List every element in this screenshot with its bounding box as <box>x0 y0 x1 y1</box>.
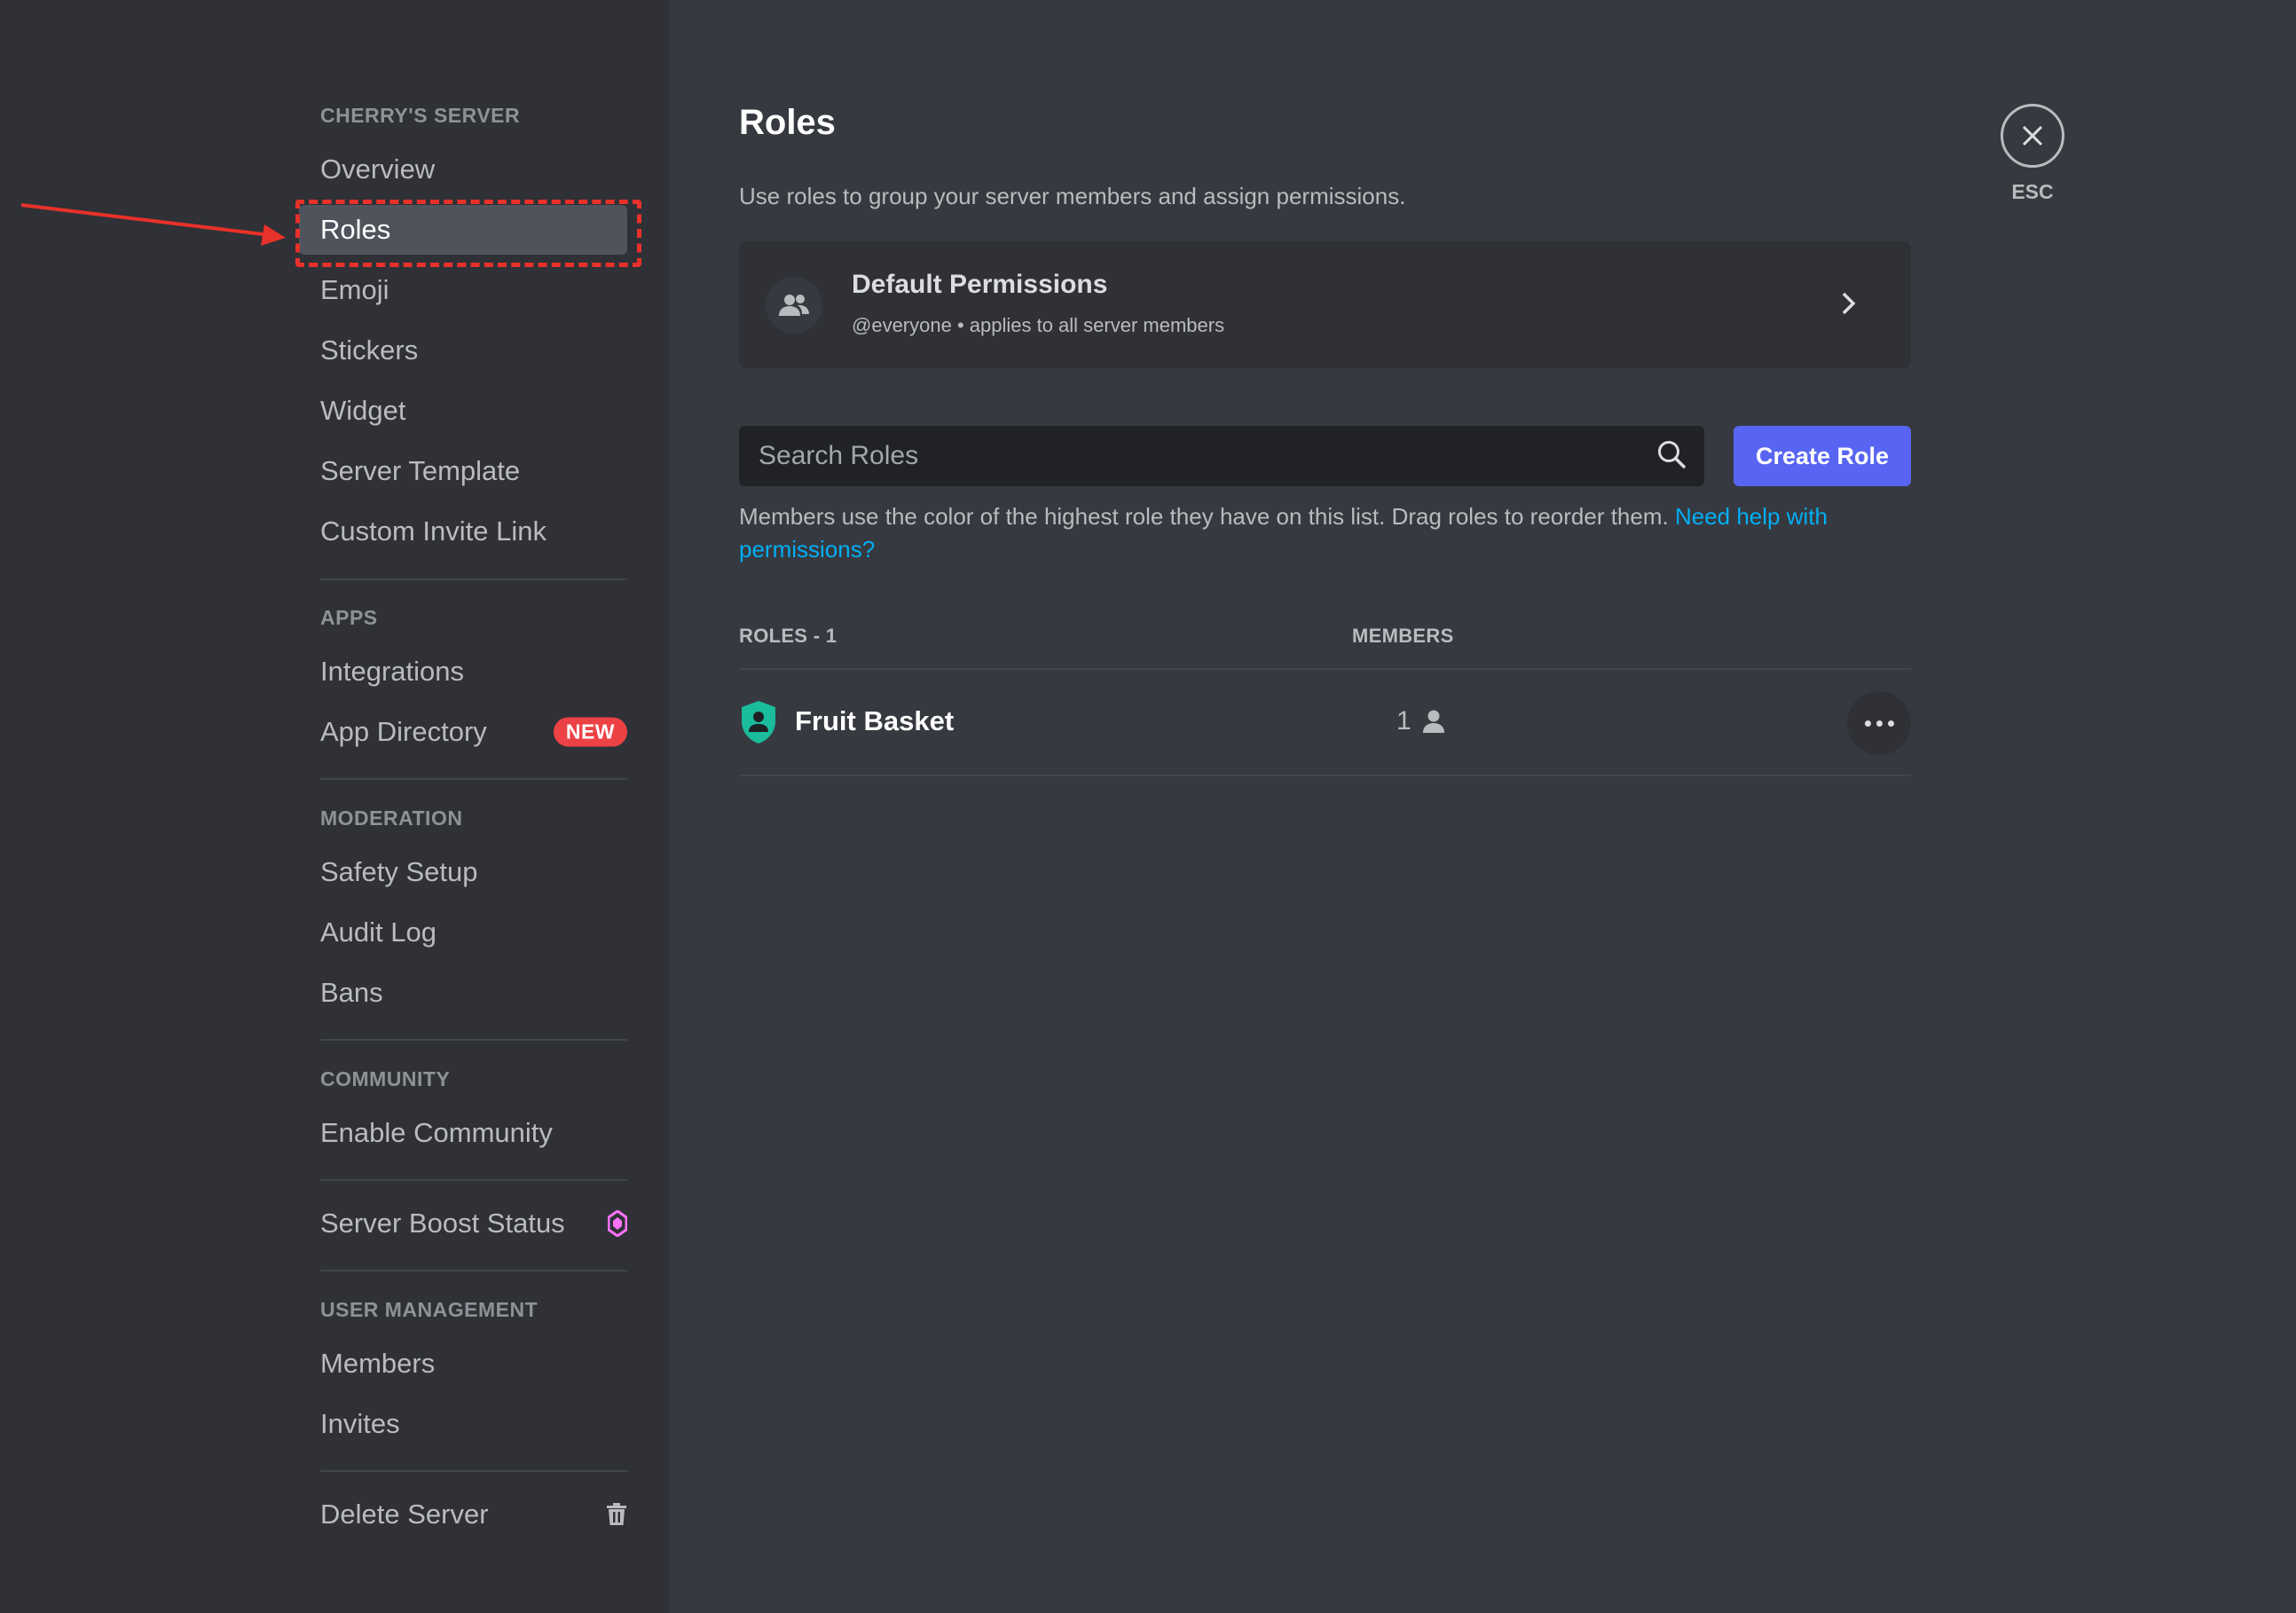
sidebar-divider <box>320 1270 627 1271</box>
sidebar-item-custom-invite-link[interactable]: Custom Invite Link <box>299 507 627 556</box>
sidebar-item-label: Invites <box>320 1408 400 1439</box>
roles-help-text: Members use the color of the highest rol… <box>739 500 1911 566</box>
roles-settings-panel: Roles Use roles to group your server mem… <box>670 0 2296 1613</box>
search-icon[interactable] <box>1656 439 1687 474</box>
sidebar-header-community: COMMUNITY <box>320 1067 451 1090</box>
sidebar-item-invites[interactable]: Invites <box>299 1399 627 1449</box>
sidebar-item-server-template[interactable]: Server Template <box>299 446 627 496</box>
sidebar-header-moderation: MODERATION <box>320 806 463 830</box>
sidebar-divider <box>320 578 627 580</box>
trash-icon <box>606 1503 627 1526</box>
sidebar-item-bans[interactable]: Bans <box>299 968 627 1018</box>
search-roles-field <box>739 426 1704 486</box>
default-permissions-title: Default Permissions <box>852 270 1108 299</box>
sidebar-item-app-directory[interactable]: App Directory NEW <box>299 707 627 757</box>
sidebar-item-widget[interactable]: Widget <box>299 386 627 436</box>
create-role-button[interactable]: Create Role <box>1734 426 1911 486</box>
member-count-value: 1 <box>1396 706 1411 736</box>
sidebar-header-user-management: USER MANAGEMENT <box>320 1298 539 1321</box>
people-icon <box>766 277 822 334</box>
new-badge: NEW <box>553 717 627 747</box>
sidebar-divider <box>320 1470 627 1472</box>
sidebar-item-label: Server Boost Status <box>320 1208 565 1239</box>
esc-label: ESC <box>2011 180 2054 203</box>
sidebar-item-label: Overview <box>320 153 436 185</box>
close-icon <box>2001 104 2064 168</box>
chevron-right-icon <box>1840 290 1858 321</box>
sidebar-header-server: CHERRY'S SERVER <box>320 104 521 127</box>
role-member-count[interactable]: 1 <box>1396 706 1445 736</box>
sidebar-item-safety-setup[interactable]: Safety Setup <box>299 847 627 897</box>
sidebar-divider <box>320 778 627 780</box>
sidebar-item-overview[interactable]: Overview <box>299 145 627 194</box>
sidebar-item-label: Enable Community <box>320 1117 553 1148</box>
sidebar-item-label: App Directory <box>320 716 487 747</box>
sidebar-item-label: Delete Server <box>320 1499 489 1530</box>
sidebar-item-stickers[interactable]: Stickers <box>299 326 627 375</box>
role-more-options-button[interactable] <box>1847 691 1911 755</box>
sidebar-item-emoji[interactable]: Emoji <box>299 265 627 315</box>
roles-column-header: ROLES - 1 <box>739 625 837 647</box>
sidebar-item-integrations[interactable]: Integrations <box>299 647 627 696</box>
role-shield-icon <box>739 699 778 750</box>
role-name: Fruit Basket <box>795 705 955 736</box>
search-roles-input[interactable] <box>757 440 1656 472</box>
boost-gem-icon <box>608 1210 627 1237</box>
sidebar-item-label: Server Template <box>320 455 521 486</box>
sidebar-item-label: Stickers <box>320 334 419 366</box>
sidebar-item-members[interactable]: Members <box>299 1339 627 1389</box>
sidebar-item-delete-server[interactable]: Delete Server <box>299 1490 627 1539</box>
sidebar-item-audit-log[interactable]: Audit Log <box>299 908 627 957</box>
sidebar-divider <box>320 1039 627 1041</box>
members-column-header: MEMBERS <box>1352 625 1454 647</box>
default-permissions-subtitle: @everyone • applies to all server member… <box>852 314 1225 336</box>
sidebar-item-label: Custom Invite Link <box>320 515 546 547</box>
sidebar-item-server-boost-status[interactable]: Server Boost Status <box>299 1199 627 1248</box>
sidebar-item-label: Emoji <box>320 274 389 305</box>
annotation-arrow-icon <box>20 203 286 246</box>
sidebar-header-apps: APPS <box>320 606 378 629</box>
sidebar-divider <box>320 1179 627 1181</box>
default-permissions-card[interactable]: Default Permissions @everyone • applies … <box>739 241 1911 368</box>
sidebar-item-label: Bans <box>320 977 383 1008</box>
table-divider <box>739 775 1911 776</box>
sidebar-item-label: Integrations <box>320 656 464 687</box>
sidebar-item-label: Members <box>320 1348 436 1379</box>
sidebar-item-enable-community[interactable]: Enable Community <box>299 1108 627 1158</box>
page-subtitle: Use roles to group your server members a… <box>739 183 1406 209</box>
page-title: Roles <box>739 103 836 142</box>
close-settings-button[interactable]: ESC <box>1981 104 2084 204</box>
member-icon <box>1422 710 1444 733</box>
sidebar-item-label: Audit Log <box>320 917 436 948</box>
sidebar-item-label: Safety Setup <box>320 856 478 887</box>
annotation-highlight-box <box>295 200 641 267</box>
role-row-fruit-basket[interactable]: Fruit Basket 1 <box>739 670 1911 775</box>
help-text-body: Members use the color of the highest rol… <box>739 503 1669 530</box>
sidebar-item-label: Widget <box>320 395 406 426</box>
